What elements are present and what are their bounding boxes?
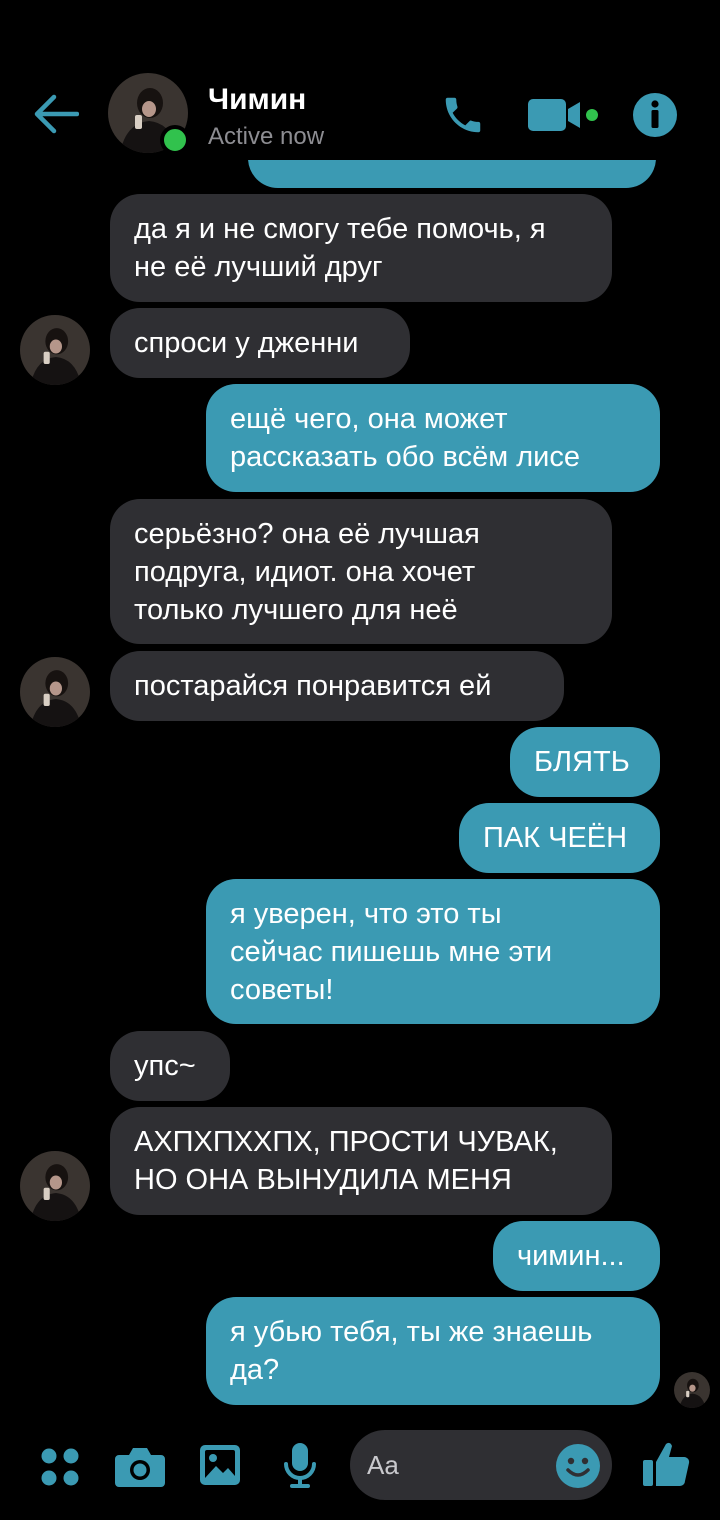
info-icon[interactable] <box>632 92 678 138</box>
phone-icon[interactable] <box>440 92 486 138</box>
video-camera-icon[interactable] <box>528 97 600 133</box>
contact-name[interactable]: Чимин <box>208 82 306 118</box>
message-bubble-incoming[interactable]: упс~ <box>110 1031 230 1101</box>
arrow-left-icon[interactable] <box>33 93 79 135</box>
sender-avatar[interactable] <box>20 1151 90 1221</box>
message-bubble-outgoing[interactable]: ПАК ЧЕЁН <box>459 803 660 873</box>
thumbs-up-icon[interactable] <box>642 1440 690 1488</box>
sender-avatar[interactable] <box>20 657 90 727</box>
gallery-icon[interactable] <box>199 1444 241 1486</box>
emoji-icon[interactable] <box>555 1443 601 1489</box>
message-input-placeholder: Aa <box>367 1450 399 1480</box>
read-receipt-avatar <box>674 1372 710 1408</box>
sender-avatar[interactable] <box>20 315 90 385</box>
message-bubble-incoming[interactable]: постарайся понравится ей <box>110 651 564 721</box>
chat-header: Чимин Active now <box>0 0 720 180</box>
message-bubble-outgoing[interactable]: я уверен, что это ты сейчас пишешь мне э… <box>206 879 660 1024</box>
message-bubble-incoming[interactable]: спроси у дженни <box>110 308 410 378</box>
avatar-image <box>20 657 90 727</box>
apps-grid-icon[interactable] <box>40 1447 80 1487</box>
contact-status: Active now <box>208 123 325 150</box>
composer-bar: Aa <box>0 1420 720 1520</box>
message-bubble-outgoing-partial[interactable] <box>248 160 656 188</box>
message-bubble-incoming[interactable]: да я и не смогу тебе помочь, я не её луч… <box>110 194 612 302</box>
message-bubble-incoming[interactable]: серьёзно? она её лучшая подруга, идиот. … <box>110 499 612 644</box>
avatar-image <box>20 1151 90 1221</box>
message-bubble-incoming[interactable]: АХПХПХХПХ, ПРОСТИ ЧУВАК, НО ОНА ВЫНУДИЛА… <box>110 1107 612 1215</box>
online-indicator <box>160 125 190 155</box>
contact-avatar[interactable] <box>108 73 190 155</box>
message-bubble-outgoing[interactable]: БЛЯТЬ <box>510 727 660 797</box>
avatar-image <box>674 1372 710 1408</box>
message-bubble-outgoing[interactable]: чимин... <box>493 1221 660 1291</box>
message-input[interactable]: Aa <box>350 1430 612 1500</box>
message-bubble-outgoing[interactable]: ещё чего, она может рассказать обо всём … <box>206 384 660 492</box>
avatar-image <box>20 315 90 385</box>
microphone-icon[interactable] <box>283 1442 317 1490</box>
camera-icon[interactable] <box>115 1445 165 1487</box>
message-bubble-outgoing[interactable]: я убью тебя, ты же знаешь да? <box>206 1297 660 1405</box>
